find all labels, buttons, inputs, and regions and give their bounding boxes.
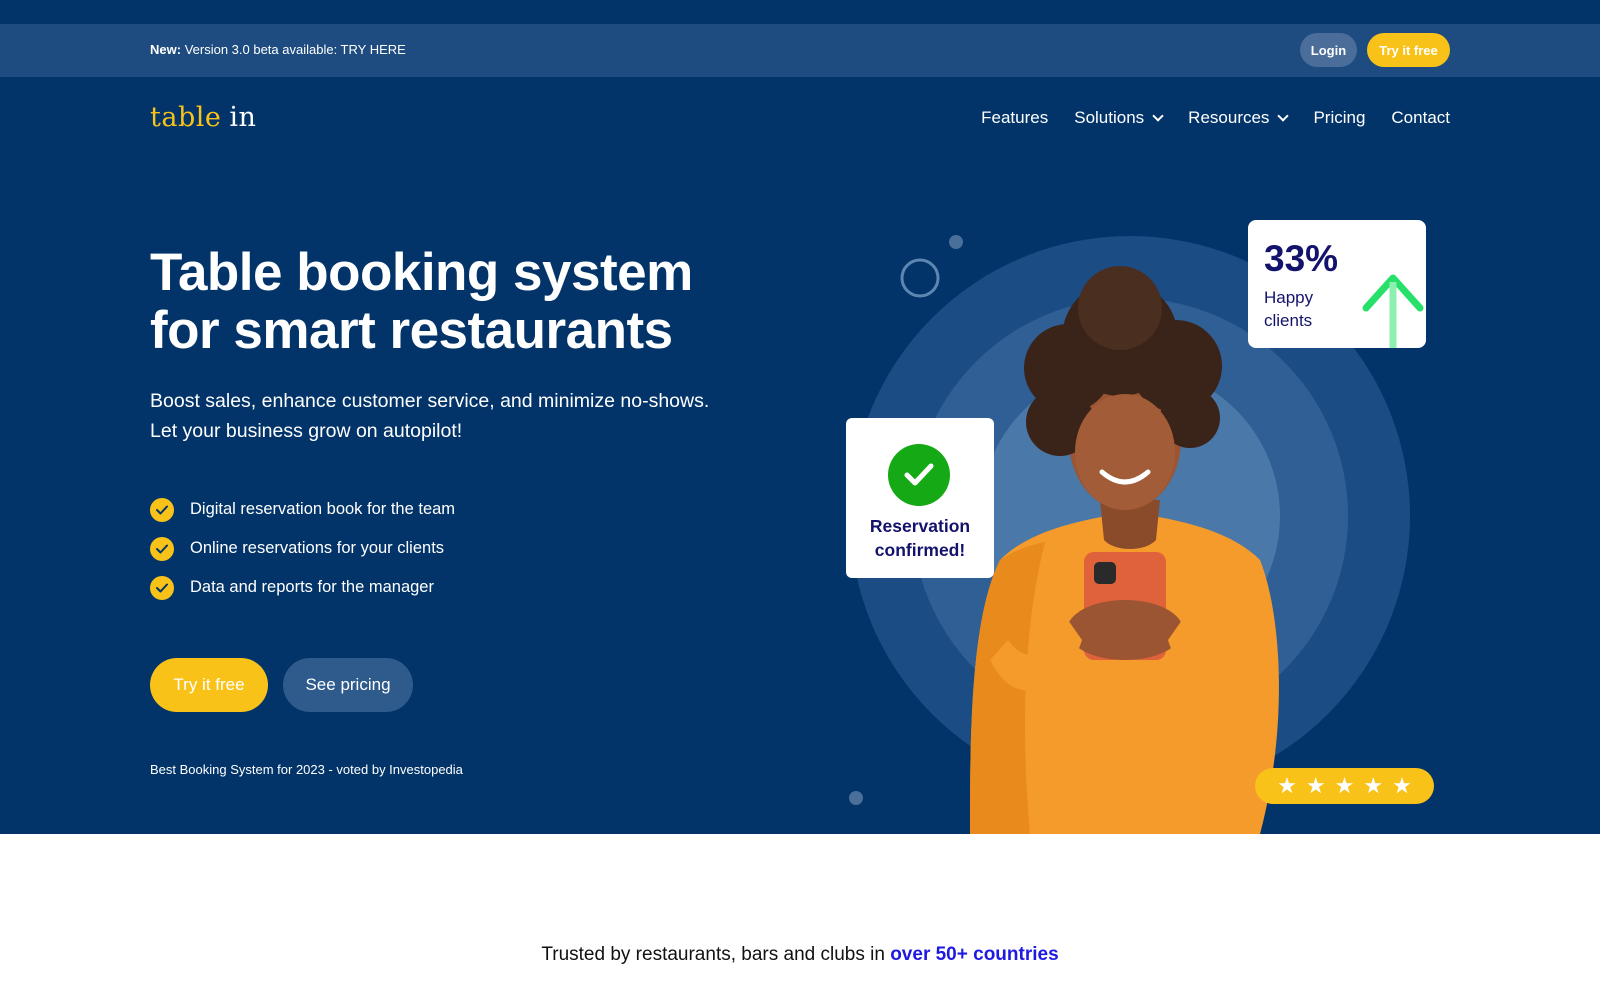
happy-clients-label: Happy clients [1264,286,1344,332]
nav-pricing[interactable]: Pricing [1313,108,1365,128]
reservation-confirmed-text: Reservation confirmed! [846,514,994,562]
title-line-1: Table booking system [150,243,693,302]
hero-section: New: Version 3.0 beta available: TRY HER… [0,0,1600,834]
title-line-2: for smart restaurants [150,301,673,360]
try-free-button[interactable]: Try it free [150,658,268,712]
header-try-free-button[interactable]: Try it free [1367,33,1450,67]
feature-label: Data and reports for the manager [190,578,434,596]
feature-item: Online reservations for your clients [150,529,455,568]
nav-solutions-label: Solutions [1074,108,1145,127]
nav-features[interactable]: Features [981,108,1048,128]
announcement-message: Version 3.0 beta available: TRY HERE [184,42,406,57]
chevron-down-icon [1152,110,1164,122]
nav-resources[interactable]: Resources [1188,108,1290,128]
nav-pricing-label: Pricing [1313,108,1366,127]
announcement-text[interactable]: New: Version 3.0 beta available: TRY HER… [150,42,406,57]
nav-contact-label: Contact [1391,108,1450,127]
star-icon: ★ [1277,773,1297,798]
reservation-line-2: confirmed! [874,540,966,560]
trusted-by-text: Trusted by restaurants, bars and clubs i… [0,944,1600,966]
logo-part-table: table [150,102,222,133]
see-pricing-button[interactable]: See pricing [283,658,413,712]
award-text: Best Booking System for 2023 - voted by … [150,762,463,777]
decorative-circle-outline [900,258,940,298]
feature-label: Online reservations for your clients [190,539,445,557]
star-icon: ★ [1305,773,1326,798]
feature-list: Digital reservation book for the team On… [150,490,455,607]
star-icon: ★ [1363,773,1384,798]
login-button[interactable]: Login [1300,33,1357,67]
reservation-confirmed-card: Reservation confirmed! [846,418,994,578]
chevron-down-icon [1277,110,1290,122]
nav-features-label: Features [981,108,1049,127]
decorative-dot [949,235,963,249]
subtitle-line-1: Boost sales, enhance customer service, a… [150,390,710,412]
stat-label-line-2: clients [1264,311,1313,330]
star-icon: ★ [1392,773,1412,798]
logo[interactable]: table in [150,102,256,133]
check-icon [150,575,174,600]
reservation-line-1: Reservation [869,516,971,536]
nav-resources-label: Resources [1188,108,1270,127]
check-icon [150,536,174,561]
nav-contact[interactable]: Contact [1391,108,1450,128]
hero-subtitle: Boost sales, enhance customer service, a… [150,386,790,446]
happy-clients-value: 33% [1264,238,1339,279]
arrow-up-icon [1362,274,1424,348]
decorative-dot [849,791,863,805]
trusted-highlight: over 50+ countries [890,944,1059,965]
trusted-text: Trusted by restaurants, bars and clubs i… [541,944,885,965]
feature-item: Data and reports for the manager [150,568,455,607]
main-nav: Features Solutions Resources Pricing Con… [981,108,1450,128]
star-icon: ★ [1334,773,1355,798]
feature-item: Digital reservation book for the team [150,490,455,529]
announcement-prefix: New: [150,42,182,57]
subtitle-line-2: Let your business grow on autopilot! [150,420,463,442]
check-icon [150,497,174,522]
happy-clients-card: 33% Happy clients [1248,220,1426,348]
page-title: Table booking system for smart restauran… [150,244,693,360]
nav-solutions[interactable]: Solutions [1074,108,1164,128]
announcement-bar: New: Version 3.0 beta available: TRY HER… [0,24,1600,77]
check-circle-icon [888,444,950,506]
stat-label-line-1: Happy [1264,288,1314,307]
feature-label: Digital reservation book for the team [190,500,456,518]
logo-part-in: in [229,102,257,133]
star-rating: ★ ★ ★ ★ ★ [1255,768,1434,804]
